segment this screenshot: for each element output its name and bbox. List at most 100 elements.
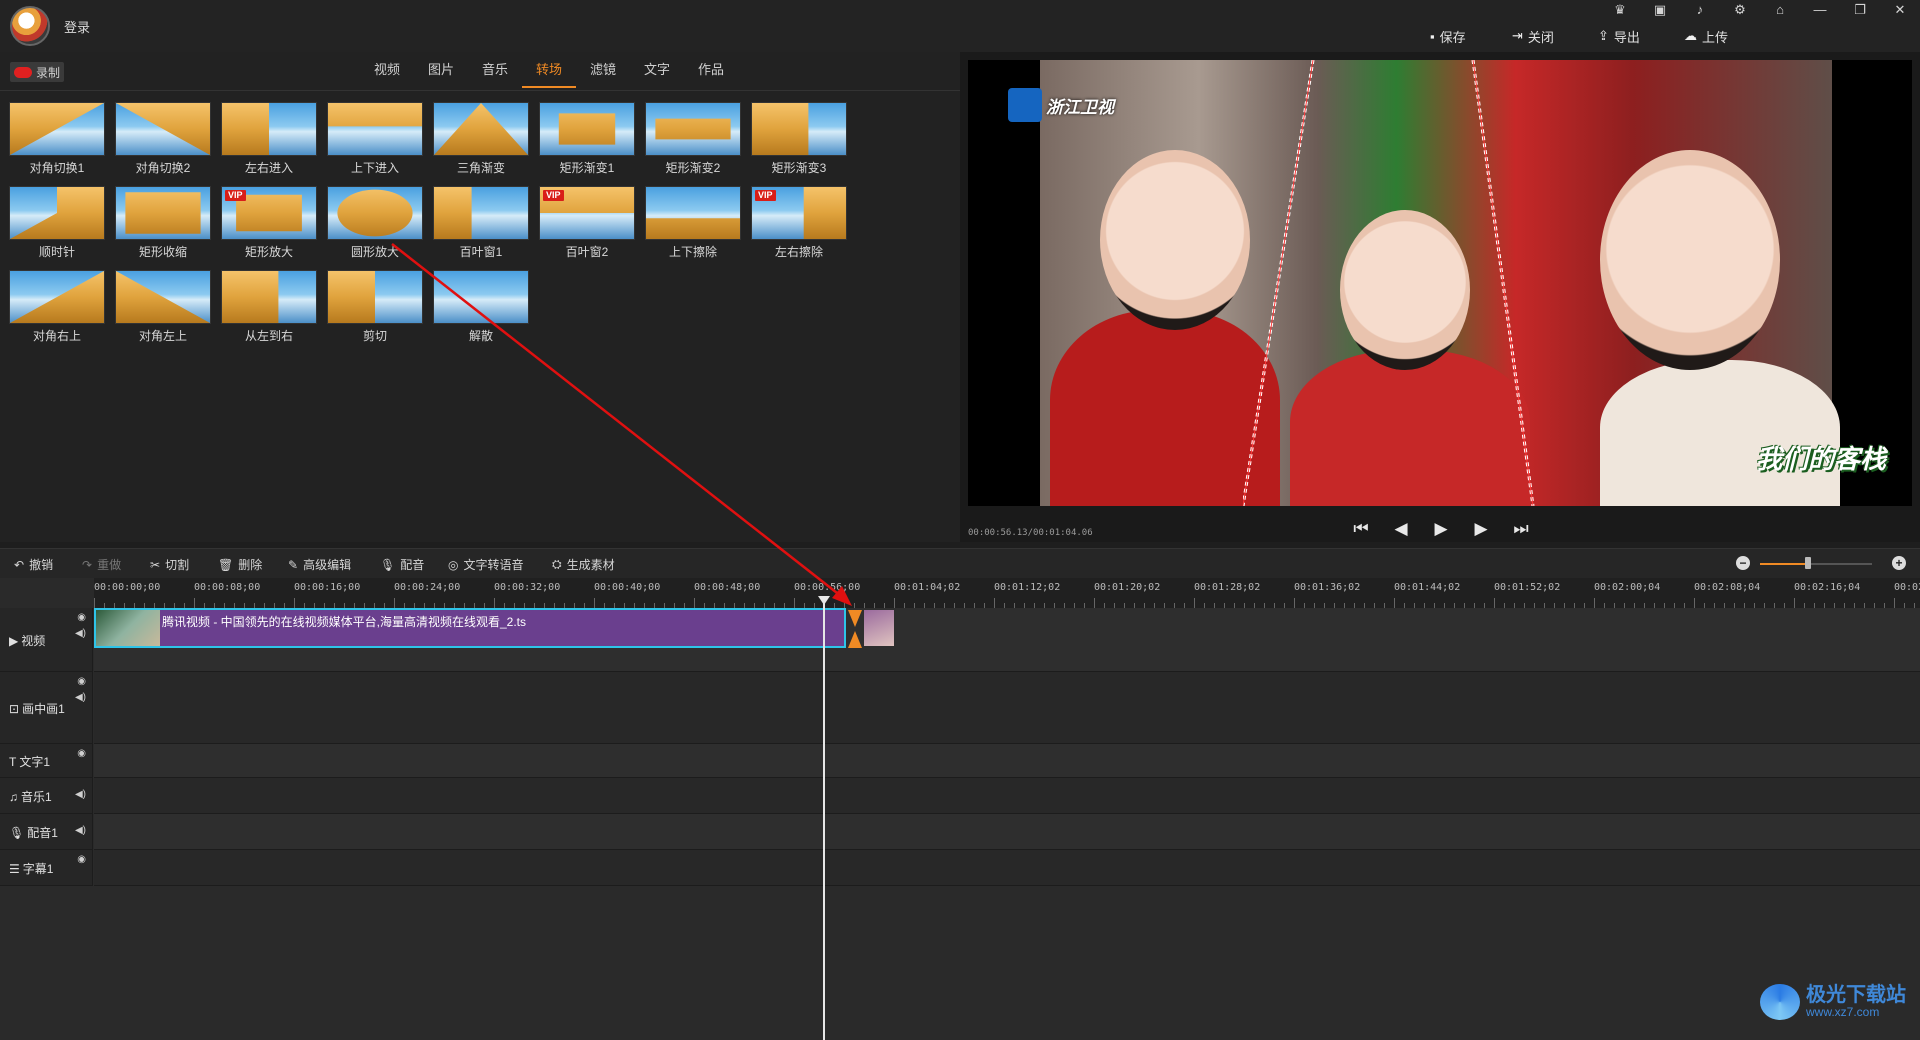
record-button[interactable]: 录制 bbox=[10, 62, 64, 82]
tab-4[interactable]: 滤镜 bbox=[576, 60, 630, 88]
transition-item[interactable]: VIP 矩形放大 bbox=[221, 186, 317, 264]
transition-item[interactable]: 矩形收缩 bbox=[115, 186, 211, 264]
transition-item[interactable]: 矩形渐变2 bbox=[645, 102, 741, 180]
transition-item[interactable]: 矩形渐变3 bbox=[751, 102, 847, 180]
mic-button[interactable]: 🎙 配音 bbox=[380, 556, 424, 573]
transition-item[interactable]: 矩形渐变1 bbox=[539, 102, 635, 180]
ruler-label: 00:00:00;00 bbox=[94, 582, 161, 593]
play-icon[interactable]: ▶ bbox=[1430, 518, 1452, 540]
vip-crown-icon[interactable]: ♛ bbox=[1608, 1, 1632, 19]
transition-label: 矩形放大 bbox=[244, 245, 293, 259]
minimize-icon[interactable]: — bbox=[1808, 1, 1832, 19]
track-label: 配音1 bbox=[27, 826, 58, 840]
export-button[interactable]: ⇪ 导出 bbox=[1598, 26, 1640, 46]
step-back-icon[interactable]: ◀ bbox=[1390, 518, 1412, 540]
track-header[interactable]: ♫ 音乐1 ◀) bbox=[0, 778, 93, 814]
transition-item[interactable]: 三角渐变 bbox=[433, 102, 529, 180]
transition-item[interactable]: 百叶窗1 bbox=[433, 186, 529, 264]
eye-icon[interactable]: ◉ bbox=[77, 612, 86, 623]
generate-button[interactable]: ⛭ 生成素材 bbox=[552, 556, 615, 573]
pencil-button[interactable]: ✎ 高级编辑 bbox=[288, 556, 351, 573]
zoom-slider-handle[interactable] bbox=[1804, 557, 1811, 569]
track-lane[interactable] bbox=[94, 744, 1920, 778]
preview-screen[interactable]: 浙江卫视 我们的客栈 bbox=[968, 60, 1912, 506]
transition-item[interactable]: 顺时针 bbox=[9, 186, 105, 264]
transition-preview bbox=[115, 270, 211, 324]
track-lane[interactable] bbox=[94, 778, 1920, 814]
home-icon[interactable]: ⌂ bbox=[1768, 1, 1792, 19]
close-icon[interactable]: ✕ bbox=[1888, 1, 1912, 19]
zoom-in-icon[interactable]: + bbox=[1892, 556, 1906, 570]
undo-button[interactable]: ↶ 撤销 bbox=[14, 556, 53, 573]
track-lane[interactable] bbox=[94, 850, 1920, 886]
speaker-icon[interactable]: ◀) bbox=[75, 628, 86, 639]
eye-icon[interactable]: ◉ bbox=[77, 676, 86, 687]
transition-item[interactable]: 对角左上 bbox=[115, 270, 211, 348]
track-header[interactable]: ☰ 字幕1 ◉ bbox=[0, 850, 93, 886]
tts-button[interactable]: ◎ 文字转语音 bbox=[448, 556, 524, 573]
timeline-zoom: − + bbox=[1736, 556, 1906, 572]
transition-item[interactable]: 从左到右 bbox=[221, 270, 317, 348]
person-right-body bbox=[1600, 360, 1840, 506]
track-header[interactable]: ⊡ 画中画1 ◉ ◀) bbox=[0, 672, 93, 744]
transition-item[interactable]: 上下擦除 bbox=[645, 186, 741, 264]
save-button[interactable]: ▪ 保存 bbox=[1430, 26, 1466, 46]
upload-icon: ☁ bbox=[1684, 28, 1697, 43]
eye-icon[interactable]: ◉ bbox=[77, 748, 86, 759]
transition-preview bbox=[539, 102, 635, 156]
text-icon: T bbox=[9, 754, 17, 769]
second-clip[interactable] bbox=[864, 610, 894, 646]
tab-1[interactable]: 图片 bbox=[414, 60, 468, 88]
track-header[interactable]: 🎙 配音1 ◀) bbox=[0, 814, 93, 850]
track-header[interactable]: T 文字1 ◉ bbox=[0, 744, 93, 778]
tab-6[interactable]: 作品 bbox=[684, 60, 738, 88]
tab-0[interactable]: 视频 bbox=[360, 60, 414, 88]
speaker-icon[interactable]: ◀) bbox=[75, 692, 86, 703]
skip-start-icon[interactable]: ⏮ bbox=[1350, 518, 1372, 540]
app-logo[interactable] bbox=[10, 6, 50, 46]
ruler-tick bbox=[1894, 598, 1895, 608]
scissors-button[interactable]: ✂ 切割 bbox=[150, 556, 189, 573]
transition-item[interactable]: 圆形放大 bbox=[327, 186, 423, 264]
zoom-out-icon[interactable]: − bbox=[1736, 556, 1750, 570]
track-lane[interactable] bbox=[94, 814, 1920, 850]
transition-item[interactable]: 解散 bbox=[433, 270, 529, 348]
redo-button[interactable]: ↷ 重做 bbox=[82, 556, 121, 573]
transition-item[interactable]: 上下进入 bbox=[327, 102, 423, 180]
skip-end-icon[interactable]: ⏭ bbox=[1510, 518, 1532, 540]
speaker-icon[interactable]: ◀) bbox=[75, 825, 86, 836]
track-name: T 文字1 bbox=[9, 753, 50, 770]
preview-wheat bbox=[125, 192, 201, 234]
transition-item[interactable]: 对角右上 bbox=[9, 270, 105, 348]
transition-item[interactable]: 左右进入 bbox=[221, 102, 317, 180]
transition-preview bbox=[115, 186, 211, 240]
speaker-icon[interactable]: ◀) bbox=[75, 789, 86, 800]
track-header[interactable]: ▶ 视频 ◉ ◀) bbox=[0, 608, 93, 672]
transition-item[interactable]: VIP 百叶窗2 bbox=[539, 186, 635, 264]
gear-icon[interactable]: ⚙ bbox=[1728, 1, 1752, 19]
eye-icon[interactable]: ◉ bbox=[77, 854, 86, 865]
transition-item[interactable]: VIP 左右擦除 bbox=[751, 186, 847, 264]
transition-item[interactable]: 剪切 bbox=[327, 270, 423, 348]
tab-2[interactable]: 音乐 bbox=[468, 60, 522, 88]
timeline: 00:00:00;00 00:00:08;00 00:00:16;00 00:00:2… bbox=[0, 578, 1920, 1040]
transition-item[interactable]: 对角切换1 bbox=[9, 102, 105, 180]
transition-item[interactable]: 对角切换2 bbox=[115, 102, 211, 180]
zoom-slider-track[interactable] bbox=[1760, 563, 1872, 565]
tab-5[interactable]: 文字 bbox=[630, 60, 684, 88]
trash-button[interactable]: 🗑 删除 bbox=[218, 556, 262, 573]
track-lane[interactable] bbox=[94, 672, 1920, 744]
login-link[interactable]: 登录 bbox=[64, 17, 90, 36]
upload-button[interactable]: ☁ 上传 bbox=[1684, 26, 1728, 46]
step-forward-icon[interactable]: ▶ bbox=[1470, 518, 1492, 540]
transition-preview bbox=[433, 270, 529, 324]
close-project-button[interactable]: ⇥ 关闭 bbox=[1512, 26, 1554, 46]
bell-icon[interactable]: ♪ bbox=[1688, 1, 1712, 19]
transition-marker-icon[interactable] bbox=[848, 610, 862, 648]
timeline-ruler[interactable]: 00:00:00;00 00:00:08;00 00:00:16;00 00:00:2… bbox=[94, 578, 1920, 608]
video-clip[interactable]: 腾讯视频 - 中国领先的在线视频媒体平台,海量高清视频在线观看_2.ts bbox=[94, 608, 846, 648]
tab-3[interactable]: 转场 bbox=[522, 60, 576, 88]
playhead[interactable] bbox=[823, 598, 825, 1040]
restore-icon[interactable]: ❐ bbox=[1848, 1, 1872, 19]
video-icon[interactable]: ▣ bbox=[1648, 1, 1672, 19]
